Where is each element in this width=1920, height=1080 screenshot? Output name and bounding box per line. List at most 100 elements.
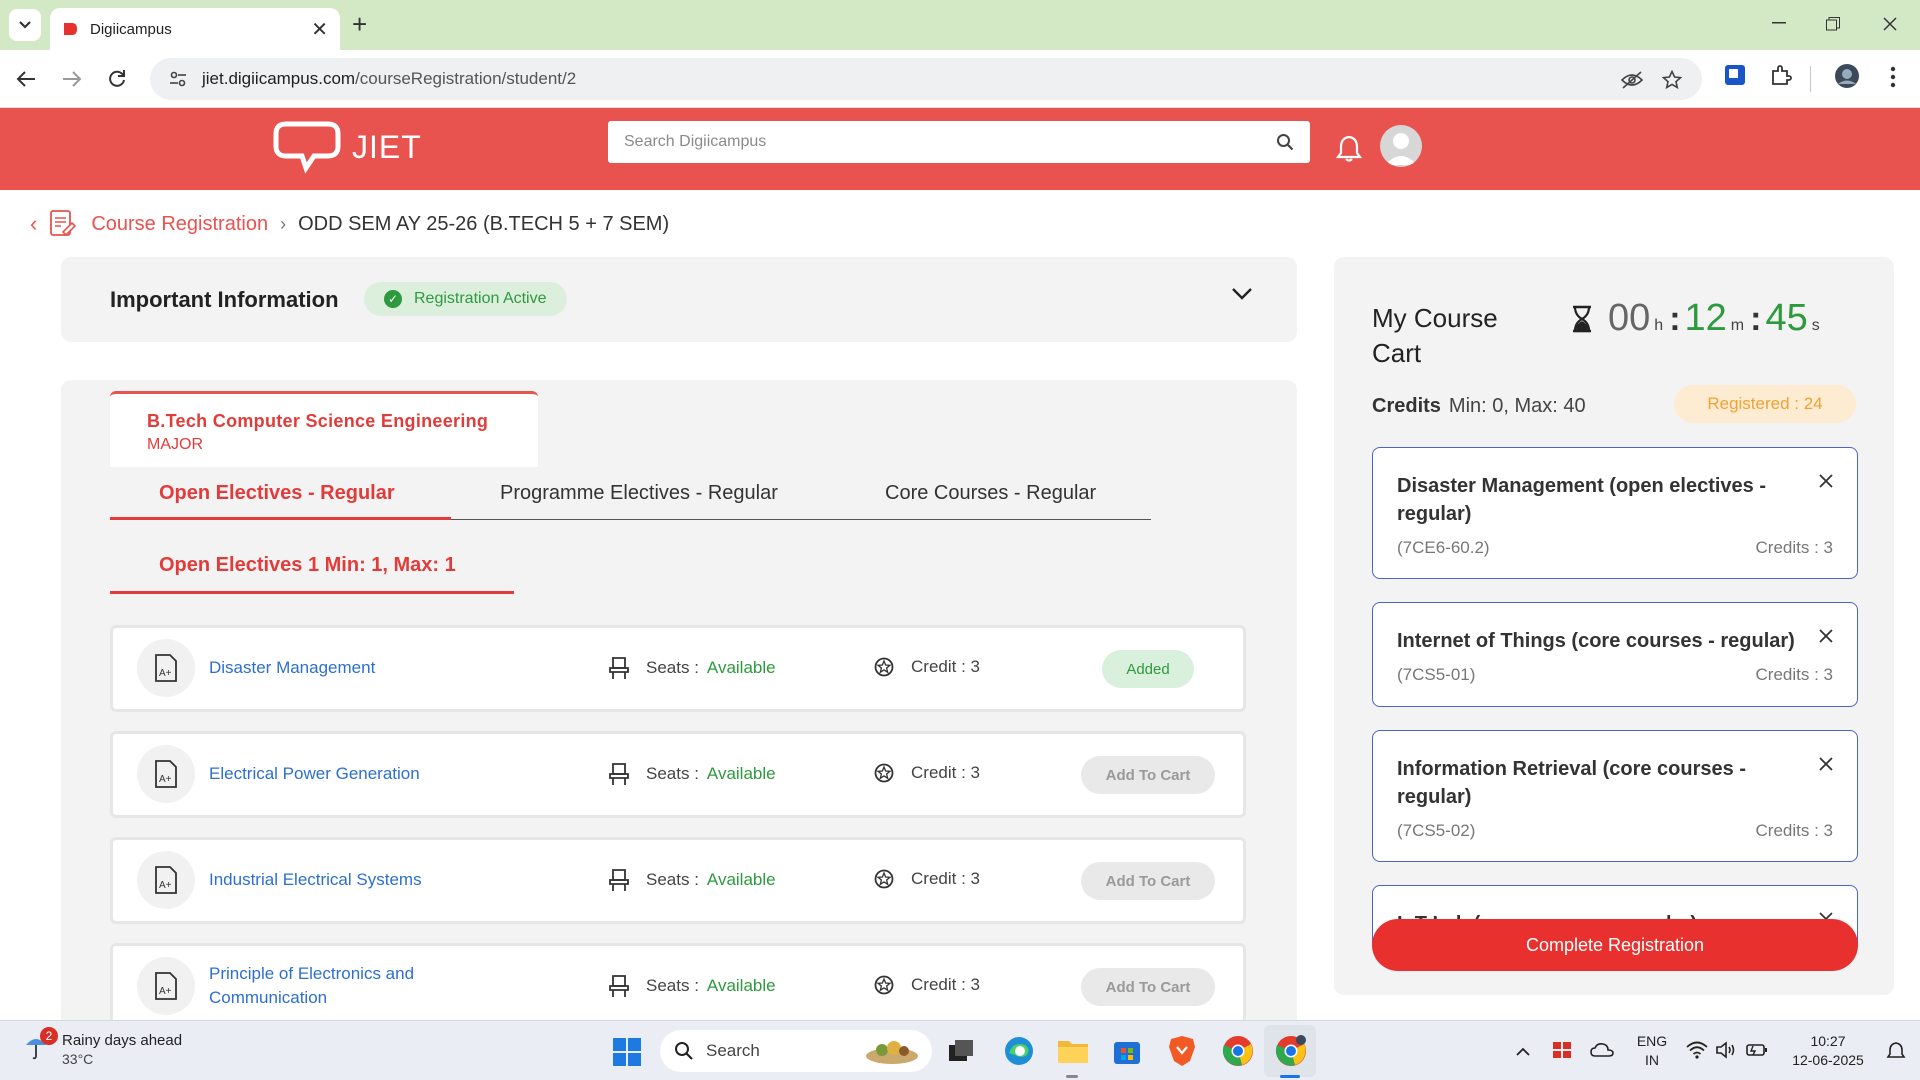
seats-info: Seats : Available [608,656,776,680]
profile-avatar-icon[interactable] [1834,63,1860,89]
weather-alert-badge: 2 [40,1027,58,1045]
credit-badge-icon [874,763,894,783]
user-icon [1385,133,1417,165]
browser-tab[interactable]: Digiicampus ✕ [50,8,340,50]
course-name-link[interactable]: Principle of Electronics and Communicati… [209,962,449,1010]
seat-icon [609,763,629,785]
course-name-link[interactable]: Disaster Management [209,656,375,680]
seats-label: Seats : [646,658,699,677]
language-indicator[interactable]: ENG IN [1634,1032,1670,1070]
restore-icon[interactable] [1826,17,1840,31]
tab-open-electives[interactable]: Open Electives - Regular [110,482,451,520]
tab-programme-electives[interactable]: Programme Electives - Regular [500,482,778,520]
dropbox-icon[interactable] [1551,1039,1573,1061]
search-input[interactable] [624,133,1276,151]
cart-item-credits: Credits : 3 [1755,821,1833,840]
notifications-icon[interactable] [1886,1041,1906,1061]
windows-start-icon[interactable] [612,1037,642,1067]
cart-items-list[interactable]: Disaster Management (open electives - re… [1372,447,1858,947]
credit-badge-icon [874,975,894,995]
app-logo[interactable]: JIET [272,120,422,174]
course-name-link[interactable]: Electrical Power Generation [209,762,420,786]
chrome-browser-icon[interactable] [1222,1035,1254,1067]
task-view-icon[interactable] [948,1039,974,1063]
check-circle-icon: ✓ [384,290,402,308]
add-to-cart-button[interactable]: Add To Cart [1081,862,1215,900]
windows-taskbar: 2 Rainy days ahead 33°C Search ENG IN 10… [0,1020,1920,1080]
address-bar[interactable]: jiet.digiicampus.com/courseRegistration/… [150,58,1702,100]
puzzle-extensions-icon[interactable] [1770,64,1792,86]
app-search-box[interactable] [608,121,1310,163]
close-tab-icon[interactable]: ✕ [311,17,328,42]
tab-core-courses[interactable]: Core Courses - Regular [885,482,1096,520]
important-information-panel[interactable]: Important Information ✓ Registration Act… [61,257,1297,342]
weather-widget[interactable]: 2 Rainy days ahead 33°C [24,1027,182,1069]
new-tab-button[interactable]: + [352,10,367,38]
chevron-down-icon [19,21,31,29]
logo-icon [273,121,341,174]
clock[interactable]: 10:27 12-06-2025 [1780,1032,1876,1070]
forward-arrow-icon[interactable] [62,70,82,88]
tab-open-electives-group[interactable]: Open Electives 1 Min: 1, Max: 1 [110,550,514,594]
search-icon[interactable] [1276,133,1294,151]
course-row: A+ Principle of Electronics and Communic… [110,943,1246,1030]
edge-browser-icon[interactable] [1003,1035,1035,1067]
breadcrumb-course-registration[interactable]: Course Registration [91,213,268,236]
back-chevron-icon[interactable]: ‹ [30,211,37,237]
chevron-down-icon[interactable] [1231,287,1253,301]
info-title: Important Information [110,287,339,312]
seats-label: Seats : [646,764,699,783]
notification-bell-icon[interactable] [1336,134,1362,162]
extension-icon[interactable] [1724,64,1746,86]
brave-browser-icon[interactable] [1168,1035,1196,1067]
cart-item-title: Internet of Things (core courses - regul… [1397,630,1795,652]
seats-info: Seats : Available [608,762,776,786]
added-button[interactable]: Added [1102,650,1194,688]
reload-icon[interactable] [107,69,127,89]
eye-off-icon[interactable] [1620,70,1644,90]
course-row: A+ Electrical Power Generation Seats : A… [110,731,1246,818]
cart-item-code: (7CS5-02) [1397,821,1476,840]
program-card[interactable]: B.Tech Computer Science Engineering MAJO… [110,391,538,467]
svg-text:A+: A+ [159,880,172,891]
battery-icon[interactable] [1746,1042,1768,1058]
taskbar-search[interactable]: Search [660,1030,932,1072]
remove-item-icon[interactable] [1819,757,1833,771]
more-menu-icon[interactable] [1890,66,1896,88]
bookmark-star-icon[interactable] [1662,70,1682,90]
search-icon [675,1042,693,1060]
credits-label: Credits [1372,395,1441,417]
complete-registration-button[interactable]: Complete Registration [1372,919,1858,971]
user-avatar[interactable] [1380,125,1422,167]
minimize-icon[interactable] [1772,22,1786,24]
course-name-link[interactable]: Industrial Electrical Systems [209,868,422,892]
close-window-icon[interactable] [1883,17,1897,31]
microsoft-store-icon[interactable] [1112,1036,1142,1066]
site-settings-icon[interactable] [168,69,188,89]
onedrive-cloud-icon[interactable] [1590,1042,1614,1058]
chevron-up-icon[interactable] [1516,1047,1530,1056]
weather-temp: 33°C [62,1051,94,1067]
wifi-icon[interactable] [1686,1041,1708,1059]
add-to-cart-button[interactable]: Add To Cart [1081,968,1215,1006]
chrome-profile-icon[interactable] [1275,1035,1307,1067]
tab-search-button[interactable] [9,9,41,41]
seats-value: Available [706,658,776,677]
file-explorer-icon[interactable] [1057,1037,1089,1065]
search-highlight-icon [866,1041,918,1064]
remove-item-icon[interactable] [1819,474,1833,488]
back-arrow-icon[interactable] [16,70,36,88]
add-to-cart-button[interactable]: Add To Cart [1081,756,1215,794]
volume-icon[interactable] [1716,1041,1738,1059]
chevron-right-icon: › [280,213,287,234]
credit-badge-icon [874,657,894,677]
url-domain: jiet.digiicampus.com [202,69,356,88]
remove-item-icon[interactable] [1819,629,1833,643]
credit-text: Credit : 3 [911,975,980,994]
credit-info: Credit : 3 [873,762,980,784]
cart-item-credits: Credits : 3 [1755,538,1833,557]
cart-item: Information Retrieval (core courses - re… [1372,730,1858,862]
timer-separator: : [1750,300,1762,338]
svg-text:A+: A+ [159,668,172,679]
credit-badge-icon [874,869,894,889]
